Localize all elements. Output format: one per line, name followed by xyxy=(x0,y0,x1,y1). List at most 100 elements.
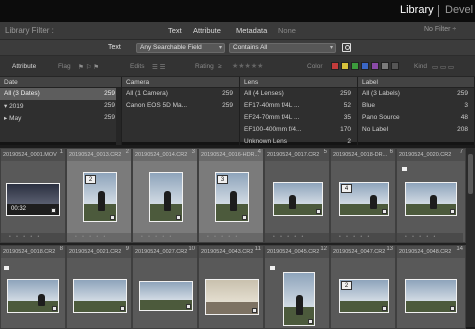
rating-operator-icon[interactable]: ≥ xyxy=(218,63,222,70)
search-icon[interactable] xyxy=(342,43,351,52)
grid-cell[interactable]: 20190524_0014.CR2 3 • • • • • xyxy=(132,148,198,243)
module-develop[interactable]: Devel xyxy=(445,4,473,16)
cell-index: 14 xyxy=(456,246,463,252)
metadata-badge-icon xyxy=(450,209,455,214)
list-item[interactable]: All (3 Dates) 259 xyxy=(0,88,121,100)
list-item[interactable]: ▾ 2019 259 xyxy=(0,100,121,112)
library-filter-bar: Library Filter : Text Attribute Metadata… xyxy=(0,22,475,40)
grid-cell[interactable]: 20190524_0013.CR2 2 2 • • • • • xyxy=(66,148,132,243)
rating-dots[interactable]: • • • • • xyxy=(339,234,371,240)
cell-index: 5 xyxy=(323,149,327,155)
metadata-badge-icon xyxy=(52,306,57,311)
kind-filter-icons[interactable]: ▭ ▭ ▭ xyxy=(432,63,454,71)
column-header[interactable]: Camera xyxy=(122,77,239,88)
cell-index: 6 xyxy=(389,149,393,155)
search-field-dropdown[interactable]: Any Searchable Field ▾ xyxy=(136,43,225,53)
color-swatch-none[interactable] xyxy=(391,62,399,70)
flag-icon[interactable] xyxy=(4,266,9,270)
grid-cell[interactable]: 20190524_0045.CR2 12 xyxy=(264,245,330,329)
list-item[interactable]: All (4 Lenses) 259 xyxy=(240,88,357,100)
grid-cell[interactable]: 20190524_0043.CR2 11 xyxy=(198,245,264,329)
list-item[interactable]: EF100-400mm f/4... 170 xyxy=(240,124,357,136)
date-column: Date All (3 Dates) 259 ▾ 2019 259 ▸ May 259 xyxy=(0,77,122,145)
stack-count-badge[interactable]: 2 xyxy=(85,175,96,184)
list-item[interactable]: All (3 Labels) 259 xyxy=(358,88,474,100)
file-name: 20190524_0018.CR2 xyxy=(3,249,56,255)
grid-cell[interactable]: 20190524_0048.CR2 14 xyxy=(396,245,466,329)
module-library[interactable]: Library xyxy=(400,4,434,16)
column-scrollbar[interactable] xyxy=(116,88,121,145)
rating-dots[interactable]: • • • • • xyxy=(273,234,305,240)
list-item[interactable]: All (1 Camera) 259 xyxy=(122,88,239,100)
photo-thumbnail xyxy=(73,279,127,313)
grid-cell[interactable]: 20190524_0001.MOV 1 00:32 • • • • • xyxy=(0,148,66,243)
grid-cell[interactable]: 20190524_0020.CR2 7 • • • • • xyxy=(396,148,466,243)
rating-stars[interactable]: ★★★★★ xyxy=(232,62,263,70)
color-swatch-red[interactable] xyxy=(331,62,339,70)
cell-index: 2 xyxy=(125,149,129,155)
column-header[interactable]: Lens xyxy=(240,77,357,88)
filter-preset-dropdown[interactable]: No Filter ÷ xyxy=(424,26,456,33)
grid-scrollbar[interactable] xyxy=(466,148,475,327)
stack-count-badge[interactable]: 2 xyxy=(341,281,352,290)
module-picker: Library Devel xyxy=(0,0,475,22)
flag-icon[interactable] xyxy=(270,266,275,270)
video-duration: 00:32 xyxy=(11,206,27,212)
grid-cell[interactable]: 20190524_0021.CR2 9 xyxy=(66,245,132,329)
search-field-value: Any Searchable Field xyxy=(140,44,202,51)
filter-tab-metadata[interactable]: Metadata xyxy=(236,26,267,35)
rating-dots[interactable]: • • • • • xyxy=(9,234,41,240)
grid-cell[interactable]: 20190524_0047.CR2 13 2 xyxy=(330,245,396,329)
photo-thumbnail xyxy=(283,272,315,326)
grid-cell[interactable]: 20190524_0027.CR2 10 xyxy=(132,245,198,329)
cell-index: 12 xyxy=(320,246,327,252)
rating-dots[interactable]: • • • • • xyxy=(75,234,107,240)
lens-column: Lens All (4 Lenses) 259 EF17-40mm f/4L ..… xyxy=(240,77,358,145)
metadata-badge-icon xyxy=(382,209,387,214)
filter-tab-attribute[interactable]: Attribute xyxy=(193,26,221,35)
list-item[interactable]: Unknown Lens 2 xyxy=(240,136,357,145)
metadata-badge-icon xyxy=(308,319,313,324)
file-name: 20190524_0043.CR2 xyxy=(201,249,254,255)
color-swatch-purple[interactable] xyxy=(371,62,379,70)
list-item[interactable]: Canon EOS 5D Ma... 259 xyxy=(122,100,239,112)
scrollbar-thumb[interactable] xyxy=(468,154,473,194)
column-header[interactable]: Date xyxy=(0,77,121,88)
stack-count-badge[interactable]: 3 xyxy=(217,175,228,184)
color-swatch-green[interactable] xyxy=(351,62,359,70)
column-header[interactable]: Label xyxy=(358,77,474,88)
list-item[interactable]: EF24-70mm f/4L ... 35 xyxy=(240,112,357,124)
flag-pick-icon[interactable]: ⚑ ⚐ ⚑ xyxy=(78,63,99,71)
list-item[interactable]: Pano Source 48 xyxy=(358,112,474,124)
color-swatch-blue[interactable] xyxy=(361,62,369,70)
grid-cell[interactable]: 20190524_0017.CR2 5 • • • • • xyxy=(264,148,330,243)
rating-dots[interactable]: • • • • • xyxy=(405,234,437,240)
flag-label: Flag xyxy=(58,63,71,70)
search-rule-dropdown[interactable]: Contains All ▾ xyxy=(229,43,336,53)
color-swatch-yellow[interactable] xyxy=(341,62,349,70)
grid-cell[interactable]: 20190524_0016-HDR... 4 3 • • • • • xyxy=(198,148,264,243)
search-rule-value: Contains All xyxy=(233,44,268,51)
filter-tab-none[interactable]: None xyxy=(278,26,296,35)
flag-icon[interactable] xyxy=(402,167,407,171)
file-name: 20190524_0045.CR2 xyxy=(267,249,320,255)
color-swatch-custom[interactable] xyxy=(381,62,389,70)
list-item[interactable]: EF17-40mm f/4L ... 52 xyxy=(240,100,357,112)
thumbnail-grid: 20190524_0001.MOV 1 00:32 • • • • • 20190… xyxy=(0,148,466,329)
file-name: 20190524_0001.MOV xyxy=(3,152,57,158)
grid-cell[interactable]: 20190524_0018-DR... 6 4 • • • • • xyxy=(330,148,396,243)
list-item[interactable]: ▸ May 259 xyxy=(0,112,121,124)
list-item[interactable]: No Label 208 xyxy=(358,124,474,136)
photo-thumbnail xyxy=(205,279,259,315)
text-filter-label: Text xyxy=(108,44,121,51)
grid-cell[interactable]: 20190524_0018.CR2 8 xyxy=(0,245,66,329)
list-item[interactable]: Blue 3 xyxy=(358,100,474,112)
stack-count-badge[interactable]: 4 xyxy=(341,184,352,193)
kind-label: Kind xyxy=(414,63,428,70)
filter-tab-text[interactable]: Text xyxy=(168,26,182,35)
rating-dots[interactable]: • • • • • xyxy=(141,234,173,240)
module-separator xyxy=(438,5,439,17)
rating-dots[interactable]: • • • • • xyxy=(207,234,239,240)
file-name: 20190524_0027.CR2 xyxy=(135,249,188,255)
edits-toggle-icon[interactable]: ☰ ☰ xyxy=(152,63,165,71)
